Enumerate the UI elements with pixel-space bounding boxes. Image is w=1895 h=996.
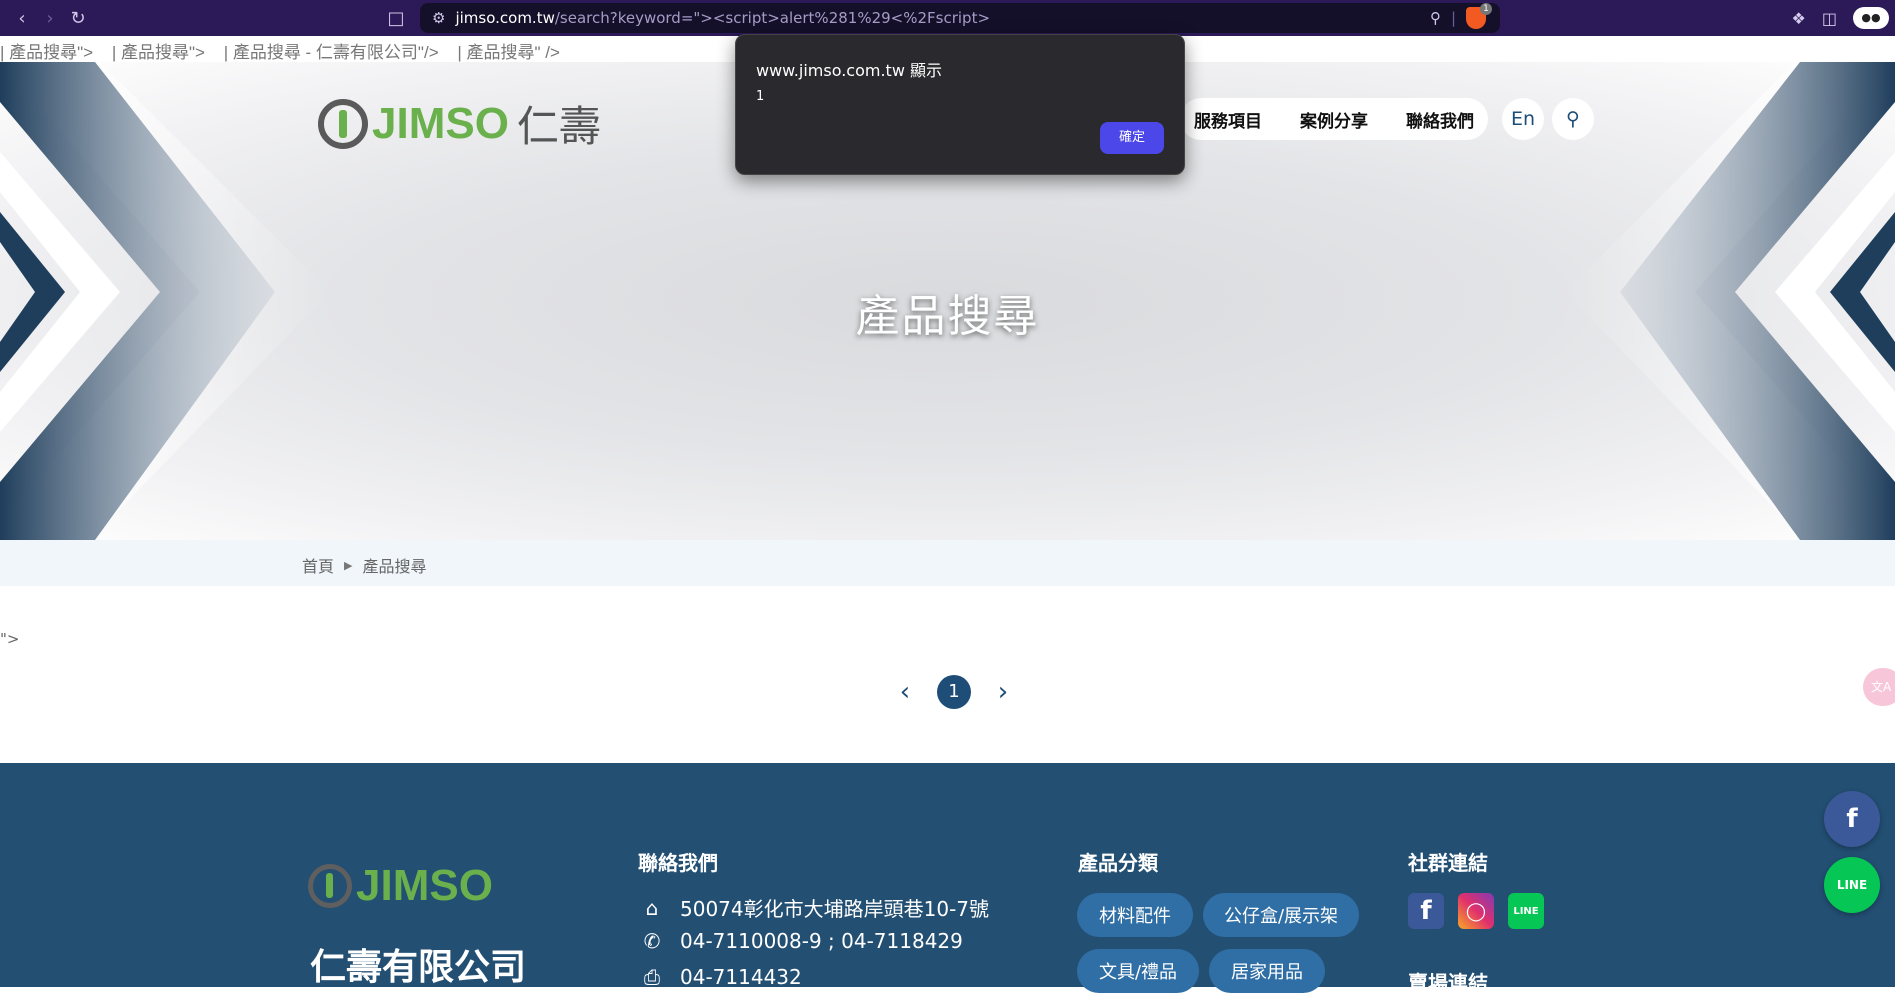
footer-fax: ⎙ 04-7114432 bbox=[640, 965, 802, 989]
category-chip[interactable]: 文具/禮品 bbox=[1077, 949, 1199, 993]
breadcrumb-separator-icon: ▶ bbox=[344, 558, 353, 572]
alert-dialog: www.jimso.com.tw 顯示 1 確定 bbox=[735, 34, 1185, 175]
forward-icon[interactable]: › bbox=[36, 4, 64, 32]
logo-mark-icon bbox=[318, 98, 368, 149]
leaked-title: | 產品搜尋" /> bbox=[457, 43, 560, 62]
leaked-title: | 產品搜尋"> bbox=[0, 43, 94, 62]
bookmark-icon[interactable]: □ bbox=[382, 4, 410, 32]
translate-icon[interactable]: 文A bbox=[1863, 668, 1895, 706]
instagram-icon[interactable]: ◯ bbox=[1458, 893, 1494, 929]
leaked-markup-text: "> bbox=[0, 630, 20, 648]
breadcrumb-home[interactable]: 首頁 bbox=[302, 553, 334, 577]
site-footer: JIMSO 仁壽有限公司 聯絡我們 ⌂ 50074彰化市大埔路岸頭巷10-7號 … bbox=[0, 763, 1895, 995]
line-icon[interactable]: LINE bbox=[1508, 893, 1544, 929]
phone-icon: ✆ bbox=[643, 929, 661, 953]
footer-logo-text: JIMSO bbox=[356, 861, 493, 910]
site-logo[interactable]: JIMSO 仁壽 bbox=[318, 93, 601, 154]
shield-count-badge: 1 bbox=[1480, 3, 1492, 15]
main-navigation: 服務項目 案例分享 聯絡我們 bbox=[1180, 98, 1488, 140]
logo-text: JIMSO bbox=[372, 98, 509, 148]
dialog-title: www.jimso.com.tw 顯示 bbox=[756, 61, 942, 80]
dialog-message: 1 bbox=[756, 89, 765, 104]
category-chip[interactable]: 公仔盒/展示架 bbox=[1203, 893, 1359, 937]
sidebar-icon[interactable]: ◫ bbox=[1822, 9, 1837, 28]
footer-company-name: 仁壽有限公司 bbox=[310, 947, 527, 988]
address-bar[interactable]: ⚙ jimso.com.tw/search?keyword="><script>… bbox=[420, 3, 1500, 33]
home-icon: ⌂ bbox=[645, 895, 659, 920]
leaked-title: | 產品搜尋 - 仁壽有限公司"/> bbox=[223, 43, 439, 62]
footer-address: ⌂ 50074彰化市大埔路岸頭巷10-7號 bbox=[640, 893, 989, 922]
nav-item-cases[interactable]: 案例分享 bbox=[1300, 107, 1368, 132]
search-icon[interactable]: ⚲ bbox=[1552, 98, 1594, 140]
fax-text: 04-7114432 bbox=[680, 965, 802, 989]
phone-text[interactable]: 04-7110008-9 ; 04-7118429 bbox=[680, 929, 963, 953]
footer-logo[interactable]: JIMSO bbox=[308, 861, 493, 911]
prev-page-icon[interactable]: ‹ bbox=[895, 677, 915, 707]
footer-contact-heading: 聯絡我們 bbox=[638, 851, 718, 875]
profile-avatar[interactable]: ●● bbox=[1853, 7, 1889, 29]
fax-icon: ⎙ bbox=[644, 965, 660, 989]
category-chip[interactable]: 材料配件 bbox=[1077, 893, 1193, 937]
footer-phone: ✆ 04-7110008-9 ; 04-7118429 bbox=[640, 929, 963, 953]
facebook-icon[interactable]: f bbox=[1408, 893, 1444, 929]
footer-category-heading: 產品分類 bbox=[1078, 851, 1158, 875]
floating-line-icon[interactable]: LINE bbox=[1824, 857, 1880, 913]
nav-item-contact[interactable]: 聯絡我們 bbox=[1406, 107, 1474, 132]
dialog-ok-button[interactable]: 確定 bbox=[1100, 122, 1164, 154]
next-page-icon[interactable]: › bbox=[993, 677, 1013, 707]
divider: | bbox=[1450, 9, 1456, 27]
page-hero-title: 產品搜尋 bbox=[855, 291, 1040, 342]
breadcrumb-bar: 首頁 ▶ 產品搜尋 bbox=[0, 540, 1895, 586]
floating-facebook-icon[interactable]: f bbox=[1824, 791, 1880, 847]
breadcrumb: 首頁 ▶ 產品搜尋 bbox=[302, 553, 427, 577]
back-icon[interactable]: ‹ bbox=[8, 4, 36, 32]
logo-mark-icon bbox=[308, 864, 352, 908]
url-host: jimso.com.tw bbox=[455, 9, 555, 27]
brave-shield-icon[interactable]: 1 bbox=[1466, 3, 1492, 29]
zoom-icon[interactable]: ⚲ bbox=[1430, 9, 1441, 27]
footer-social-heading: 社群連結 bbox=[1408, 851, 1488, 875]
language-switch-button[interactable]: En bbox=[1502, 98, 1544, 140]
url-path: /search?keyword="><script>alert%281%29<%… bbox=[554, 9, 991, 27]
footer-store-heading: 賣場連結 bbox=[1408, 971, 1488, 995]
site-info-icon[interactable]: ⚙ bbox=[432, 9, 445, 27]
extensions-icon[interactable]: ❖ bbox=[1792, 9, 1806, 28]
reload-icon[interactable]: ↻ bbox=[64, 4, 92, 32]
breadcrumb-current: 產品搜尋 bbox=[362, 557, 427, 576]
address-text: 50074彰化市大埔路岸頭巷10-7號 bbox=[680, 897, 990, 921]
browser-toolbar: ‹ › ↻ □ ⚙ jimso.com.tw/search?keyword=">… bbox=[0, 0, 1895, 36]
category-chip[interactable]: 居家用品 bbox=[1209, 949, 1325, 993]
nav-item-services[interactable]: 服務項目 bbox=[1194, 107, 1262, 132]
logo-chinese: 仁壽 bbox=[516, 102, 601, 151]
pagination: ‹ 1 › bbox=[895, 675, 1013, 709]
leaked-title: | 產品搜尋"> bbox=[111, 43, 205, 62]
page-number[interactable]: 1 bbox=[937, 675, 971, 709]
